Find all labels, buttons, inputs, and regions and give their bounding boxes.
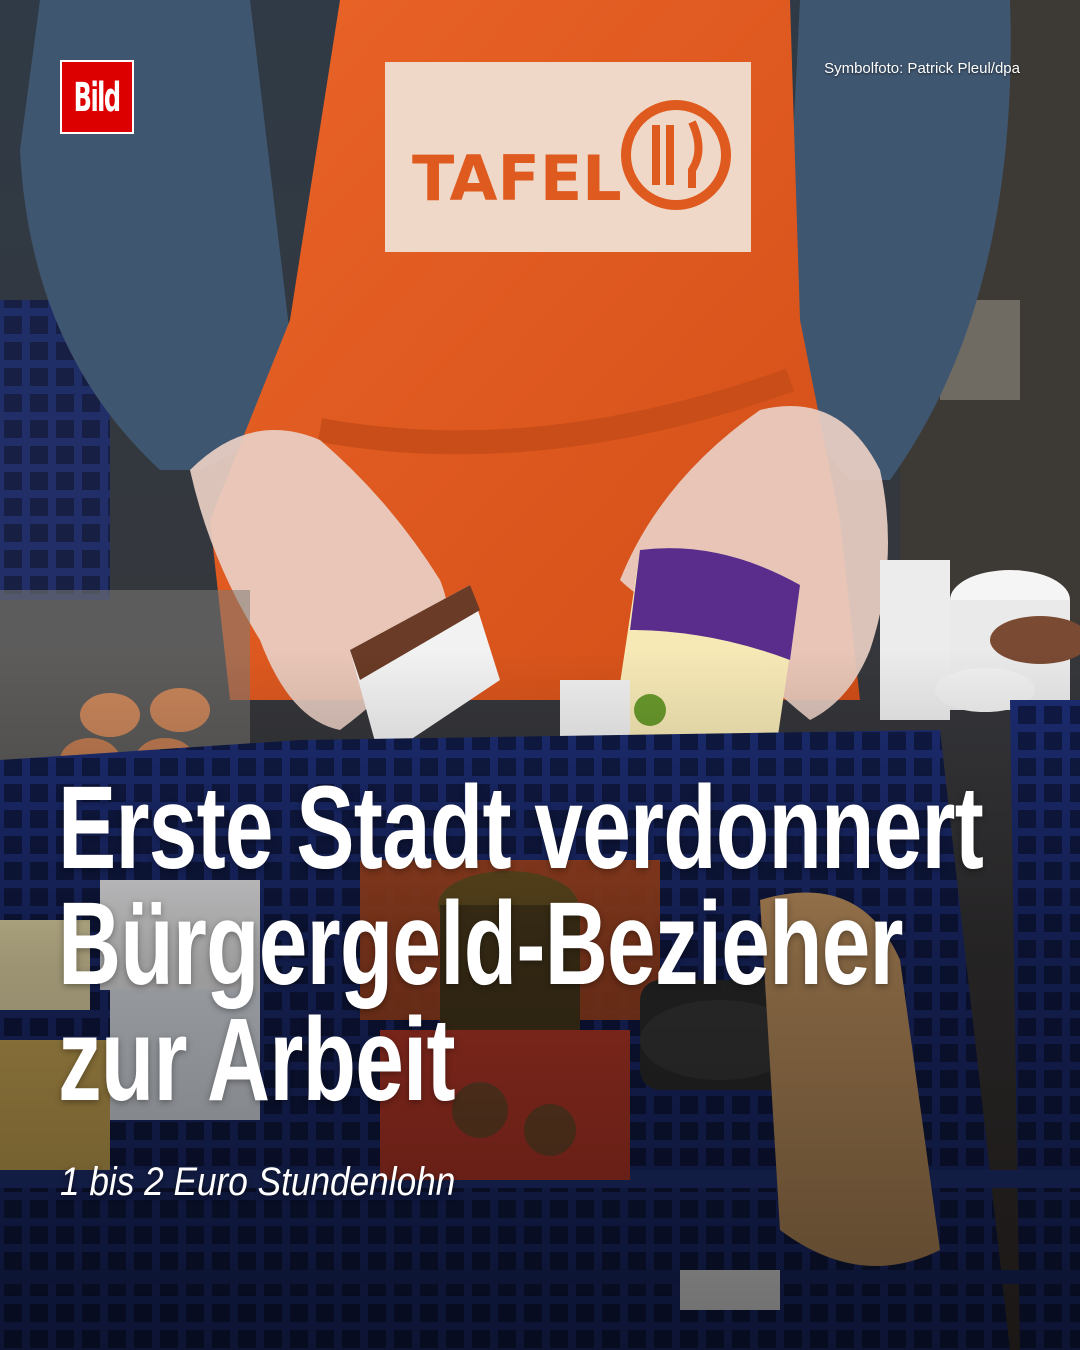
headline-line-3: zur Arbeit: [58, 994, 456, 1126]
bild-logo-text: Bild: [74, 73, 121, 121]
headline-line-2: Bürgergeld-Bezieher: [58, 878, 904, 1010]
headline[interactable]: Erste Stadt verdonnert Bürgergeld-Bezieh…: [58, 769, 984, 1119]
social-post: TAFEL Bild Symbolfoto: Patrick Pleul/dpa…: [0, 0, 1080, 1350]
photo-credit: Symbolfoto: Patrick Pleul/dpa: [824, 60, 1020, 77]
bild-logo[interactable]: Bild: [60, 60, 134, 134]
headline-line-1: Erste Stadt verdonnert: [58, 762, 984, 894]
subheadline: 1 bis 2 Euro Stundenlohn: [60, 1160, 456, 1204]
svg-text:TAFEL: TAFEL: [412, 142, 622, 215]
